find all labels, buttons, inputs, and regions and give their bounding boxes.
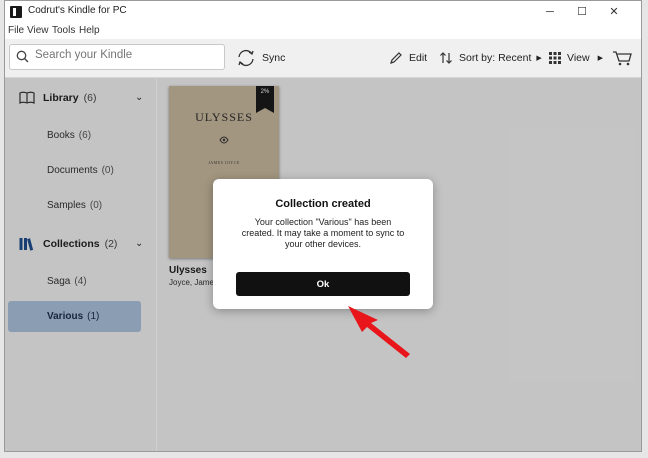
dialog-title: Collection created [275,198,371,210]
collection-created-dialog: Collection created Your collection "Vari… [213,179,433,309]
sort-arrows-icon [440,52,452,64]
title-bar: Codrut's Kindle for PC ─ ☐ ✕ [5,1,641,23]
search-icon [16,50,29,63]
close-button[interactable]: ✕ [598,1,630,23]
maximize-button[interactable]: ☐ [566,1,598,23]
edit-button[interactable]: Edit [389,39,427,77]
view-label: View [567,52,590,64]
sort-label: Sort by: Recent [459,52,532,64]
menu-bar: File View Tools Help [5,23,641,39]
cart-icon [613,51,632,66]
minimize-button[interactable]: ─ [534,1,566,23]
kindle-app-icon [10,6,22,18]
search-box[interactable] [9,44,225,70]
grid-view-icon [549,52,561,64]
store-cart-button[interactable] [613,39,639,77]
menu-view[interactable]: View [27,25,49,36]
search-input[interactable] [35,49,215,61]
menu-help[interactable]: Help [79,25,100,36]
toolbar: Sync Edit Sort by: Recent ▶ V [5,39,641,78]
sort-button[interactable]: Sort by: Recent ▶ [439,39,542,77]
red-pointer-arrow [348,306,410,358]
menu-tools[interactable]: Tools [52,25,75,36]
sort-chevron-right-icon: ▶ [536,55,542,62]
view-chevron-right-icon: ▶ [597,55,603,62]
menu-file[interactable]: File [8,25,24,36]
pencil-icon [390,52,402,64]
view-button[interactable]: View ▶ [549,39,603,77]
sync-icon [238,49,254,67]
sync-button[interactable]: Sync [236,39,285,77]
window-title: Codrut's Kindle for PC [28,5,127,16]
edit-label: Edit [409,52,428,64]
ok-button[interactable]: Ok [236,272,410,296]
modal-backdrop-sidebar [5,78,156,451]
dialog-message: Your collection "Various" has been creat… [241,217,405,249]
sync-label: Sync [262,52,286,64]
